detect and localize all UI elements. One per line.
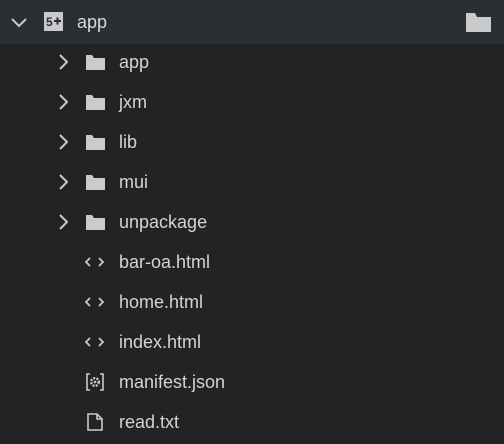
- tree-item-label: mui: [119, 172, 149, 192]
- tree-item-read-txt[interactable]: read.txt: [0, 402, 504, 442]
- code-brackets-icon: [84, 293, 106, 311]
- tree-item-label: unpackage: [119, 212, 208, 232]
- chevron-right-icon[interactable]: [54, 173, 72, 191]
- folder-icon: [84, 213, 106, 231]
- folder-icon: [84, 93, 106, 111]
- folder-icon: [84, 133, 106, 151]
- project-root-label: app: [77, 12, 108, 32]
- tree-item-home-html[interactable]: home.html: [0, 282, 504, 322]
- tree-item-index-html[interactable]: index.html: [0, 322, 504, 362]
- tree-item-app-folder[interactable]: app: [0, 42, 504, 82]
- chevron-right-icon[interactable]: [54, 53, 72, 71]
- project-root-row[interactable]: 5 app: [0, 0, 504, 44]
- file-explorer-tree: 5 app app jxm lib mui unpackage bar-oa.h…: [0, 0, 504, 444]
- tree-item-manifest-json[interactable]: manifest.json: [0, 362, 504, 402]
- tree-item-label: jxm: [119, 92, 147, 112]
- tree-item-label: read.txt: [119, 412, 180, 432]
- tree-item-label: bar-oa.html: [119, 252, 211, 272]
- folder-icon: [466, 13, 491, 32]
- code-brackets-icon: [84, 253, 106, 271]
- tree-item-jxm-folder[interactable]: jxm: [0, 82, 504, 122]
- folder-icon: [84, 53, 106, 71]
- tree-item-lib-folder[interactable]: lib: [0, 122, 504, 162]
- tree-item-unpackage-folder[interactable]: unpackage: [0, 202, 504, 242]
- gear-file-icon: [84, 373, 106, 391]
- tree-item-label: lib: [119, 132, 138, 152]
- tree-item-label: index.html: [119, 332, 202, 352]
- project-5plus-icon: 5: [44, 12, 63, 31]
- file-icon: [84, 413, 106, 431]
- tree-item-label: manifest.json: [119, 372, 226, 392]
- tree-item-label: home.html: [119, 292, 204, 312]
- tree-item-label: app: [119, 52, 150, 72]
- svg-text:5: 5: [46, 15, 53, 29]
- chevron-down-icon[interactable]: [10, 13, 28, 31]
- tree-item-bar-oa-html[interactable]: bar-oa.html: [0, 242, 504, 282]
- code-brackets-icon: [84, 333, 106, 351]
- folder-icon: [84, 173, 106, 191]
- chevron-right-icon[interactable]: [54, 93, 72, 111]
- tree-item-mui-folder[interactable]: mui: [0, 162, 504, 202]
- chevron-right-icon[interactable]: [54, 133, 72, 151]
- chevron-right-icon[interactable]: [54, 213, 72, 231]
